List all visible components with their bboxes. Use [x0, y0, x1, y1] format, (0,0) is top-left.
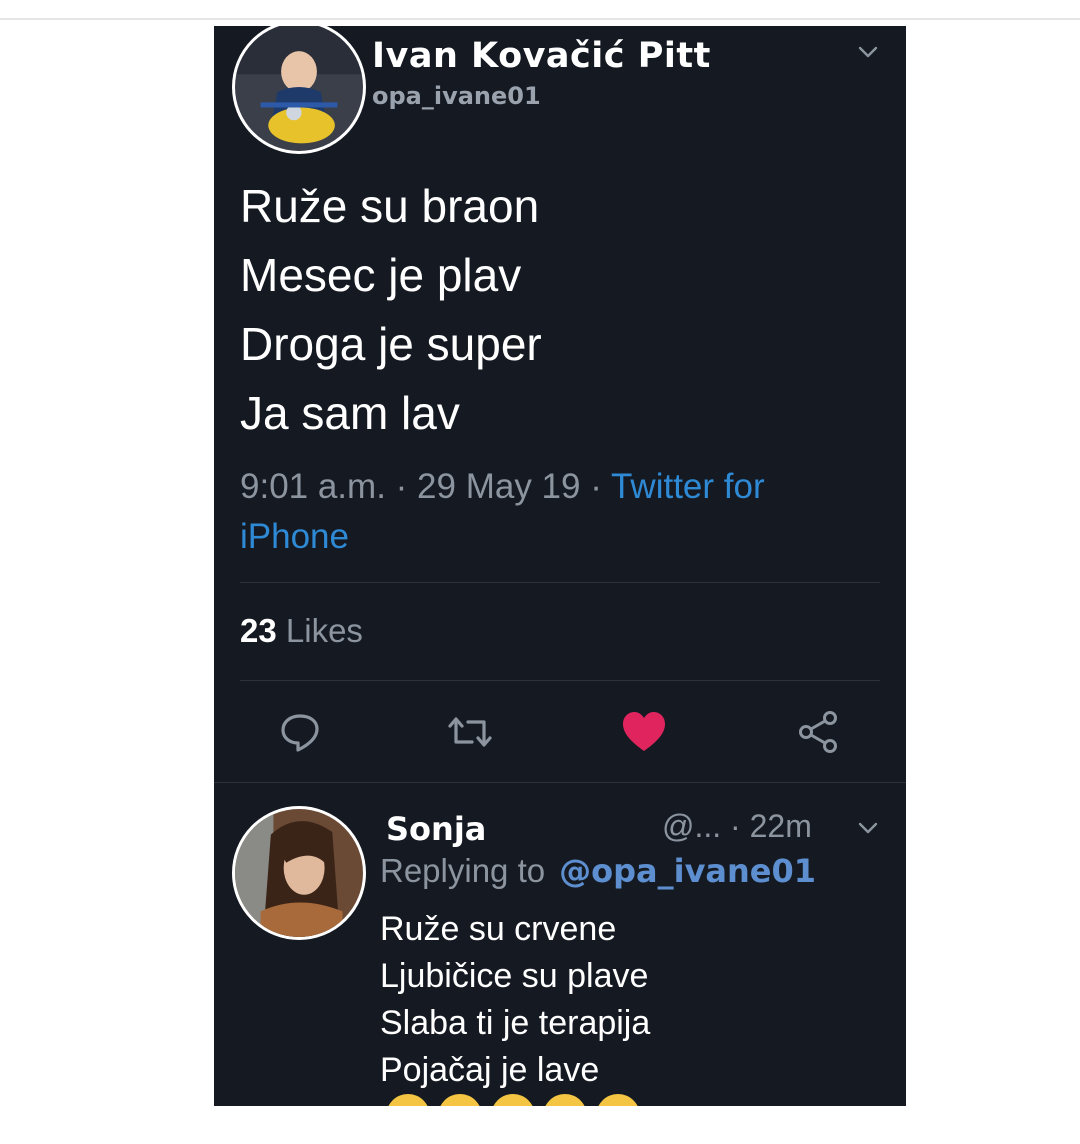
emoji-icon [386, 1094, 430, 1106]
author-display-name[interactable]: Ivan Kovačić Pitt [372, 36, 711, 76]
retweet-icon [448, 717, 492, 747]
reply-age: 22m [749, 808, 812, 844]
replying-to-line: Replying to @opa_ivane01 [380, 852, 816, 890]
reply-handle[interactable]: @... [662, 808, 721, 844]
replying-to-mention[interactable]: @opa_ivane01 [559, 852, 816, 890]
reply-icon [281, 714, 319, 752]
reply-text-line: Pojačaj je lave [380, 1051, 600, 1089]
likes-count: 23 [240, 612, 277, 649]
share-icon [799, 711, 837, 753]
reply-button[interactable] [276, 708, 324, 756]
child-photo-avatar-image [235, 26, 363, 151]
replying-to-label: Replying to [380, 852, 546, 889]
emoji-row [386, 1094, 644, 1106]
like-button[interactable] [620, 708, 668, 756]
share-button[interactable] [794, 708, 842, 756]
retweet-button[interactable] [446, 708, 494, 756]
tweet-screenshot: Ivan Kovačić Pitt opa_ivane01 Ruže su br… [214, 26, 906, 1106]
divider [240, 680, 880, 681]
meta-separator: · [590, 467, 602, 506]
chevron-down-icon[interactable] [856, 40, 880, 64]
author-handle[interactable]: opa_ivane01 [372, 82, 541, 110]
top-divider [0, 18, 1080, 20]
tweet-date: 29 May 19 [417, 467, 581, 506]
reply-text-line: Slaba ti je terapija [380, 1004, 651, 1042]
author-avatar[interactable] [232, 26, 366, 154]
emoji-icon [595, 1094, 640, 1106]
divider [214, 782, 906, 783]
meta-separator: · [395, 467, 408, 506]
tweet-text: Ruže su braon Mesec je plav Droga je sup… [240, 172, 542, 448]
divider [240, 582, 880, 583]
reply-meta: @... · 22m [662, 808, 812, 845]
reply-author-avatar[interactable] [232, 806, 366, 940]
likes-stat[interactable]: 23 Likes [240, 612, 363, 650]
tweet-text-line: Droga je super [240, 318, 542, 370]
tweet-text-line: Ruže su braon [240, 180, 540, 232]
tweet-time: 9:01 a.m. [240, 467, 386, 506]
emoji-icon [490, 1094, 535, 1106]
reply-text-line: Ruže su crvene [380, 910, 617, 948]
emoji-icon [543, 1094, 588, 1106]
chevron-down-icon[interactable] [856, 816, 880, 840]
reply-text: Ruže su crvene Ljubičice su plave Slaba … [380, 906, 650, 1094]
tweet-meta: 9:01 a.m. · 29 May 19 · Twitter for iPho… [240, 462, 840, 562]
reply-text-line: Ljubičice su plave [380, 957, 649, 995]
likes-label: Likes [285, 612, 363, 649]
page: Ivan Kovačić Pitt opa_ivane01 Ruže su br… [0, 0, 1080, 1144]
tweet-text-line: Mesec je plav [240, 249, 522, 301]
reply-display-name[interactable]: Sonja [386, 810, 486, 848]
emoji-icon [438, 1094, 483, 1106]
heart-icon [623, 712, 665, 751]
woman-photo-avatar-image [235, 809, 363, 937]
meta-separator: · [730, 808, 741, 844]
tweet-text-line: Ja sam lav [240, 387, 460, 439]
